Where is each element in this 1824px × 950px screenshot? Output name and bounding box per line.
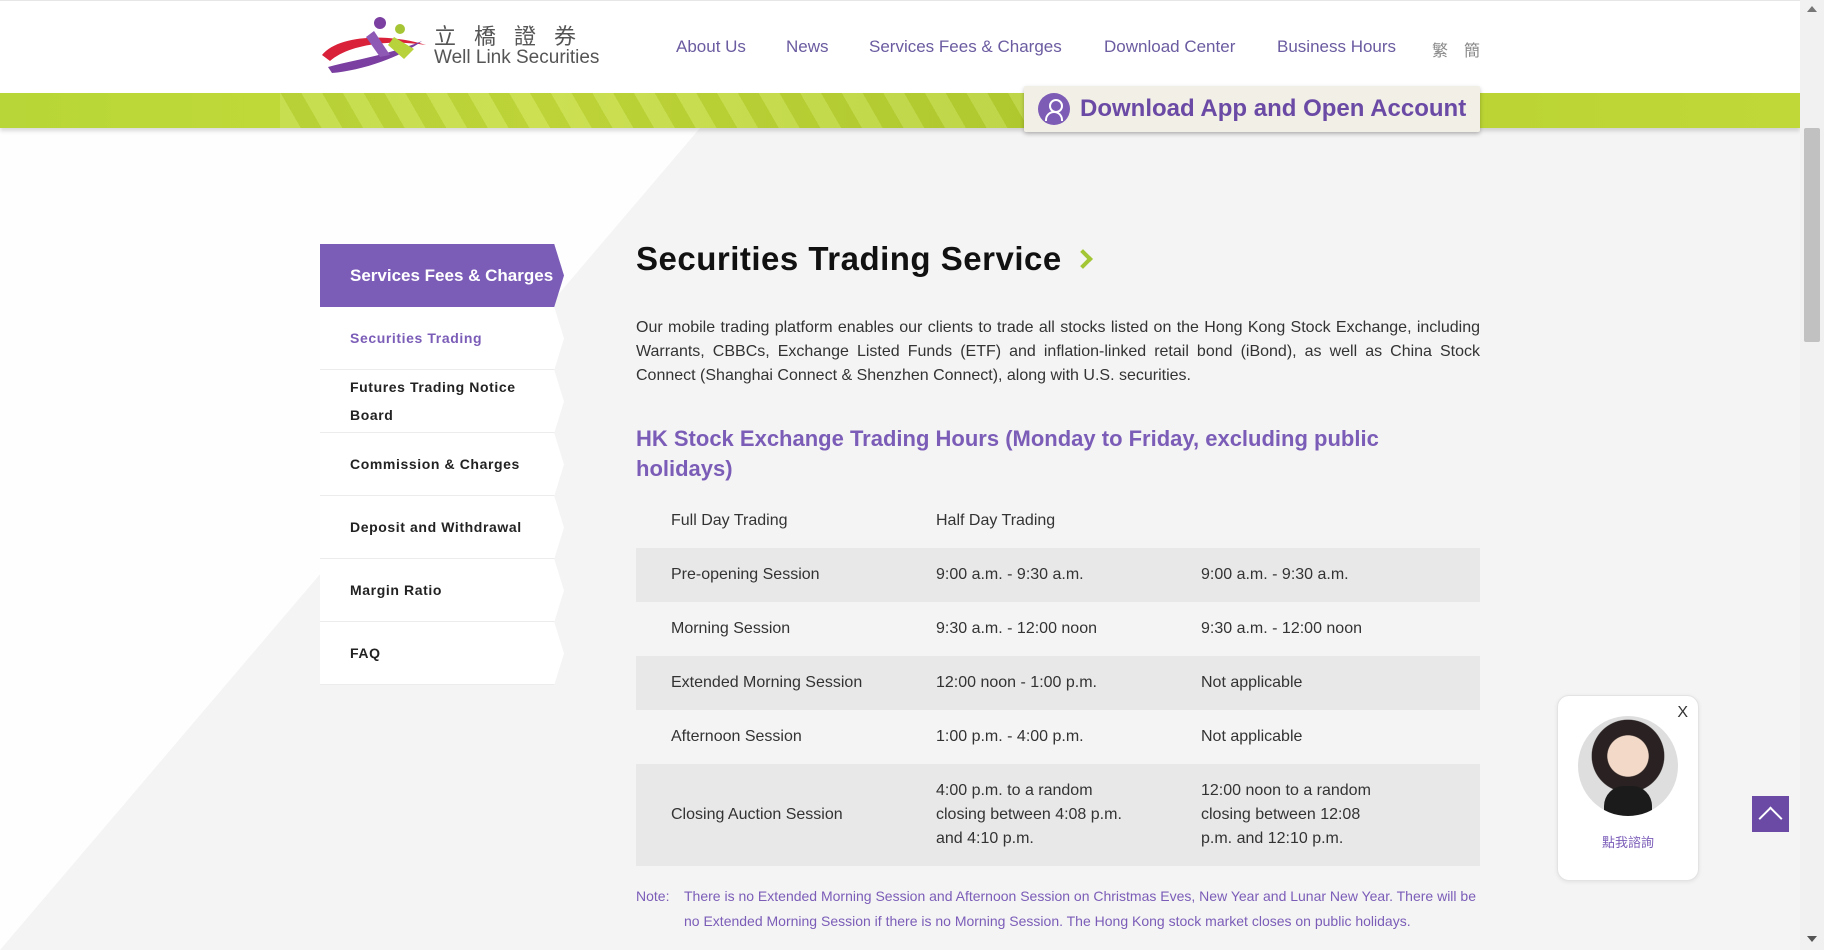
table-cell: 9:00 a.m. - 9:30 a.m. [901, 548, 1166, 602]
sidebar-item-faq[interactable]: FAQ [320, 622, 564, 685]
sidebar-item-commission-charges[interactable]: Commission & Charges [320, 433, 564, 496]
sidebar-item-securities-trading[interactable]: Securities Trading [320, 307, 564, 370]
table-row: Afternoon Session 1:00 p.m. - 4:00 p.m. … [636, 710, 1480, 764]
table-cell: Pre-opening Session [636, 548, 901, 602]
table-row: Extended Morning Session 12:00 noon - 1:… [636, 656, 1480, 710]
scroll-down-icon[interactable] [1807, 936, 1817, 942]
user-icon [1038, 93, 1070, 125]
nav-about-us[interactable]: About Us [676, 37, 746, 57]
scroll-up-icon[interactable] [1807, 6, 1817, 12]
sidebar-menu: Securities Trading Futures Trading Notic… [320, 307, 564, 685]
table-row: Morning Session 9:30 a.m. - 12:00 noon 9… [636, 602, 1480, 656]
chat-widget[interactable]: X 點我諮詢 [1557, 695, 1699, 881]
table-cell: Not applicable [1201, 728, 1303, 745]
logo-english-name: Well Link Securities [434, 47, 600, 68]
chevron-right-icon [1072, 249, 1093, 269]
table-header-cell [1166, 494, 1480, 548]
table-cell: 12:00 noon to a random closing between 1… [1166, 764, 1480, 866]
section-title: HK Stock Exchange Trading Hours (Monday … [636, 426, 1379, 481]
table-row: Pre-opening Session 9:00 a.m. - 9:30 a.m… [636, 548, 1480, 602]
table-cell: Extended Morning Session [636, 656, 901, 710]
lang-simplified-link[interactable]: 簡 [1464, 37, 1480, 61]
download-app-label: Download App and Open Account [1080, 95, 1467, 122]
table-row: Closing Auction Session 4:00 p.m. to a r… [636, 764, 1480, 866]
table-header-cell: Full Day Trading [671, 512, 788, 529]
avatar[interactable] [1578, 716, 1678, 816]
site-header: 立橋證券 Well Link Securities About Us News … [0, 0, 1800, 93]
green-banner [0, 93, 1800, 128]
note-label: Note: [636, 888, 670, 904]
main-content: Securities Trading Service Our mobile tr… [636, 240, 1480, 934]
page-title-text: Securities Trading Service [636, 240, 1062, 277]
table-cell: 12:00 noon - 1:00 p.m. [901, 656, 1166, 710]
sidebar-item-futures-notice-board[interactable]: Futures Trading Notice Board [320, 370, 564, 433]
table-cell: 9:30 a.m. - 12:00 noon [936, 620, 1097, 637]
nav-news[interactable]: News [786, 37, 829, 57]
sidebar-heading[interactable]: Services Fees & Charges [320, 244, 564, 307]
banner-pattern [280, 93, 1040, 128]
download-app-button[interactable]: Download App and Open Account [1024, 86, 1480, 132]
page-title: Securities Trading Service [636, 240, 1480, 278]
logo-mark-icon [322, 17, 426, 73]
table-header-cell: Half Day Trading [936, 512, 1056, 529]
sidebar-item-margin-ratio[interactable]: Margin Ratio [320, 559, 564, 622]
table-cell: Morning Session [671, 620, 791, 637]
table-cell: Closing Auction Session [636, 764, 901, 866]
nav-business-hours[interactable]: Business Hours [1277, 37, 1396, 57]
table-header-row: Full Day Trading Half Day Trading [636, 494, 1480, 548]
table-cell: 9:30 a.m. - 12:00 noon [1201, 620, 1362, 637]
sidebar-item-deposit-withdrawal[interactable]: Deposit and Withdrawal [320, 496, 564, 559]
note-text: There is no Extended Morning Session and… [684, 888, 1476, 929]
scrollbar[interactable] [1800, 0, 1824, 950]
chat-consult-label[interactable]: 點我諮詢 [1558, 832, 1698, 851]
table-cell: 4:00 p.m. to a random closing between 4:… [901, 764, 1166, 866]
intro-paragraph: Our mobile trading platform enables our … [636, 319, 1480, 384]
note: Note: There is no Extended Morning Sessi… [636, 884, 1480, 934]
trading-hours-table: Full Day Trading Half Day Trading Pre-op… [636, 494, 1480, 866]
lang-traditional-link[interactable]: 繁 [1432, 37, 1448, 61]
site-logo[interactable]: 立橋證券 Well Link Securities [318, 15, 600, 79]
nav-services-fees[interactable]: Services Fees & Charges [869, 37, 1062, 57]
nav-download-center[interactable]: Download Center [1104, 37, 1235, 57]
table-cell: Afternoon Session [671, 728, 802, 745]
scrollbar-thumb[interactable] [1804, 128, 1820, 342]
table-cell: Not applicable [1166, 656, 1480, 710]
back-to-top-button[interactable] [1752, 796, 1789, 832]
close-icon[interactable]: X [1677, 704, 1688, 722]
table-cell: 1:00 p.m. - 4:00 p.m. [936, 728, 1084, 745]
table-cell: 9:00 a.m. - 9:30 a.m. [1166, 548, 1480, 602]
